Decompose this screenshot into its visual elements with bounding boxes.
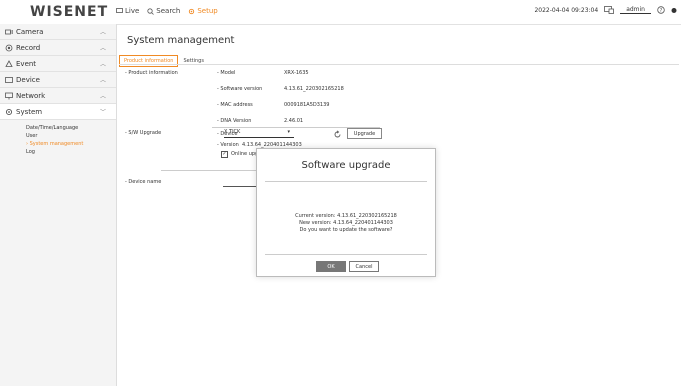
tab-divider (119, 64, 679, 65)
datetime: 2022-04-04 09:23:04 (534, 6, 599, 14)
dialog-title: Software upgrade (301, 160, 391, 171)
monitor-icon (116, 8, 123, 13)
help-icon[interactable]: ? (657, 6, 665, 14)
nav-search[interactable]: Search (147, 7, 180, 15)
gear-icon (189, 8, 195, 14)
submenu-date-time-language[interactable]: Date/Time/Language (26, 124, 116, 132)
power-icon[interactable] (671, 6, 677, 14)
online-upgrade-checkbox[interactable]: ✓ (221, 151, 228, 158)
submenu-system-management-label: System management (29, 141, 84, 147)
sidebar-item-camera[interactable]: Camera ︿ (0, 24, 116, 40)
chevron-up-icon: ︿ (99, 45, 106, 52)
device-name-input[interactable] (223, 186, 259, 187)
nav-setup[interactable]: Setup (188, 7, 218, 15)
tab-settings[interactable]: Settings (178, 55, 209, 67)
sidebar-item-label: Camera (16, 27, 44, 36)
sidebar-item-record[interactable]: Record ︿ (0, 40, 116, 56)
dialog-new-version: New version: 4.13.64_220401144303 (299, 220, 393, 226)
section-product-information: - Product information (125, 70, 178, 76)
chevron-up-icon: ︿ (99, 77, 106, 84)
top-nav: Live Search Setup (116, 7, 218, 15)
top-bar: WISENET Live Search Setup 2022-04-04 09:… (0, 0, 681, 25)
system-submenu: Date/Time/Language User › System managem… (0, 120, 116, 156)
nav-live-label: Live (125, 7, 140, 15)
chevron-up-icon: ︿ (99, 29, 106, 36)
sidebar-item-label: Network (16, 91, 46, 100)
dialog-current-version: Current version: 4.13.61_220302165218 (295, 213, 397, 219)
label-software-version-text: Software version (220, 86, 263, 92)
submenu-user[interactable]: User (26, 132, 116, 140)
svg-text:?: ? (660, 8, 663, 14)
tab-product-information[interactable]: Product information (119, 55, 179, 67)
network-icon (5, 92, 13, 99)
chevron-up-icon: ︿ (99, 61, 106, 68)
value-model: XRX-1635 (284, 70, 309, 76)
chevron-up-icon: ︿ (99, 93, 106, 100)
software-upgrade-dialog: Software upgrade Current version: 4.13.6… (256, 148, 436, 277)
dialog-message: Current version: 4.13.61_220302165218 Ne… (257, 213, 435, 234)
sidebar-item-event[interactable]: Event ︿ (0, 56, 116, 72)
settings-icon (5, 108, 13, 115)
submenu-system-management[interactable]: › System management (26, 140, 116, 148)
device-select-value: X TICK (224, 129, 241, 135)
device-select[interactable]: X TICK ▾ (224, 129, 294, 138)
value-dna-version: 2.46.01 (284, 118, 304, 124)
ok-button[interactable]: OK (316, 261, 346, 272)
section-product-information-label: Product information (128, 70, 178, 76)
label-dna-version: - DNA Version (217, 118, 252, 124)
label-dna-version-text: DNA Version (220, 118, 252, 124)
label-model: - Model (217, 70, 236, 76)
section-sw-upgrade: - S/W Upgrade (125, 130, 162, 136)
cancel-button[interactable]: Cancel (349, 261, 379, 272)
upgrade-button[interactable]: Upgrade (347, 128, 382, 139)
device-icon (5, 76, 13, 83)
label-version-text: Version (220, 142, 239, 148)
page-title: System management (127, 35, 235, 46)
section-sw-upgrade-label: S/W Upgrade (128, 130, 162, 136)
sidebar-item-network[interactable]: Network ︿ (0, 88, 116, 104)
dialog-question: Do you want to update the software? (299, 227, 393, 233)
nav-setup-label: Setup (197, 7, 218, 15)
tab-bar: Product information Settings (119, 55, 209, 67)
label-mac-address: - MAC address (217, 102, 253, 108)
value-mac-address: 0009181A5D3139 (284, 102, 330, 108)
value-software-version: 4.13.61_220302165218 (284, 86, 344, 92)
label-model-text: Model (220, 70, 236, 76)
sidebar: Camera ︿ Record ︿ Event ︿ Device ︿ Netwo… (0, 24, 117, 386)
sidebar-item-label: Event (16, 59, 37, 68)
section-device-name: - Device name (125, 179, 162, 185)
main-content: System management Product information Se… (117, 24, 681, 386)
dialog-divider (265, 254, 427, 255)
user-menu[interactable]: admin (620, 6, 651, 14)
top-right: 2022-04-04 09:23:04 admin ? (534, 6, 677, 14)
dropdown-arrow-icon: ▾ (287, 129, 290, 135)
label-software-version: - Software version (217, 86, 263, 92)
section-device-name-label: Device name (128, 179, 162, 185)
label-mac-address-text: MAC address (220, 102, 253, 108)
record-icon (5, 44, 13, 51)
label-version: - Version (217, 142, 239, 148)
sidebar-item-label: Device (16, 75, 40, 84)
chevron-down-icon: ﹀ (99, 109, 106, 116)
sidebar-item-label: System (16, 107, 43, 116)
dialog-divider (265, 181, 427, 182)
display-icon[interactable] (604, 6, 615, 14)
nav-live[interactable]: Live (116, 7, 139, 15)
sidebar-item-label: Record (16, 43, 41, 52)
divider (161, 170, 257, 171)
submenu-log[interactable]: Log (26, 148, 116, 156)
search-icon (147, 7, 155, 15)
camera-icon (5, 29, 13, 34)
refresh-icon[interactable] (333, 130, 342, 139)
event-icon (5, 59, 13, 67)
sidebar-item-system[interactable]: System ﹀ (0, 104, 116, 120)
sidebar-item-device[interactable]: Device ︿ (0, 72, 116, 88)
logo: WISENET (30, 4, 109, 20)
nav-search-label: Search (156, 7, 181, 15)
